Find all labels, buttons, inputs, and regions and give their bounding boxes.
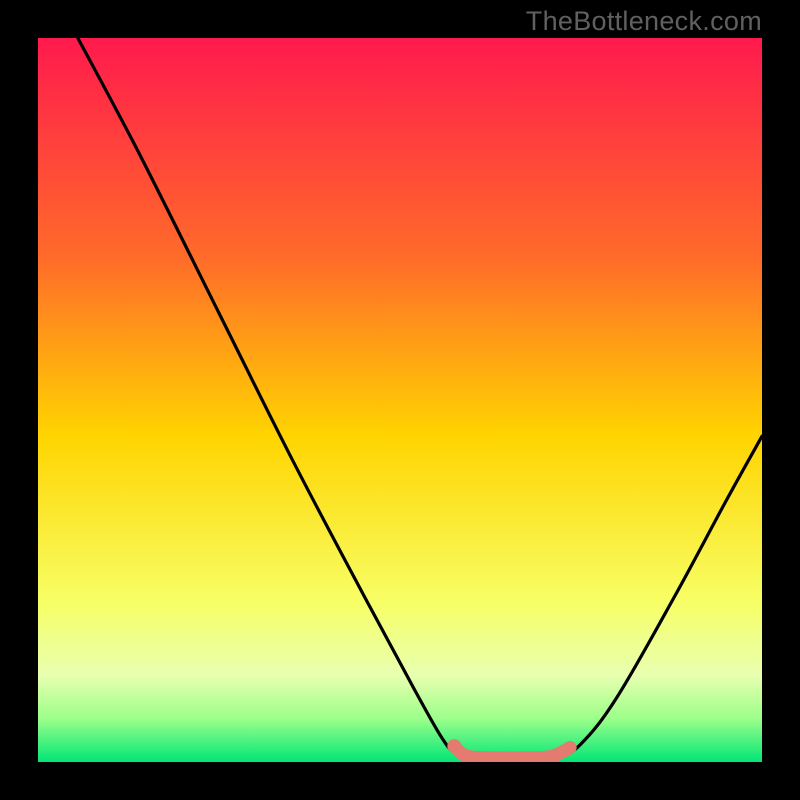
watermark-text: TheBottleneck.com xyxy=(526,6,762,37)
highlight-segment xyxy=(454,746,570,758)
chart-container: TheBottleneck.com xyxy=(0,0,800,800)
curve-layer xyxy=(38,38,762,762)
marker-dot xyxy=(447,739,461,753)
plot-area xyxy=(38,38,762,762)
bottleneck-curve xyxy=(78,38,762,758)
